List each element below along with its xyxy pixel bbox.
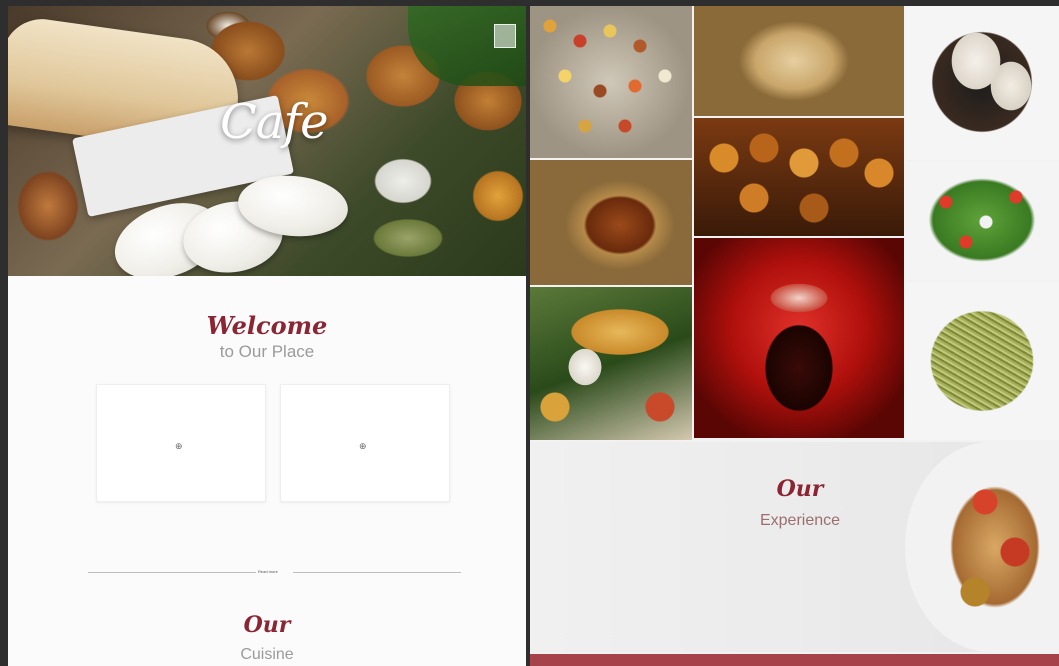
cuisine-heading: Our — [243, 612, 291, 638]
gallery-image-green-noodles[interactable] — [906, 282, 1059, 440]
gallery-image-cola-splash[interactable] — [694, 238, 904, 438]
gallery-image-spice-platter[interactable] — [530, 6, 692, 158]
welcome-heading: Welcome — [206, 311, 328, 340]
feature-card[interactable]: ⊕ — [96, 384, 266, 502]
divider-line — [293, 572, 461, 573]
gallery-image-fresh-salad[interactable] — [906, 162, 1059, 280]
experience-section — [530, 442, 1059, 652]
experience-heading: Our — [776, 476, 824, 502]
cafe-logo[interactable]: Cafe — [220, 94, 329, 150]
gallery-image-paratha-thali[interactable] — [694, 6, 904, 116]
right-page: Our Experience — [530, 6, 1059, 666]
image-placeholder-icon: ⊕ — [175, 441, 183, 451]
footer-bar — [530, 654, 1059, 666]
square-icon[interactable] — [494, 24, 516, 48]
divider-line — [88, 572, 256, 573]
gallery-image-fried-pakora[interactable] — [694, 118, 904, 236]
welcome-subtitle: to Our Place — [219, 342, 315, 361]
gallery-image-chicken-bowl[interactable] — [530, 160, 692, 285]
feature-card[interactable]: ⊕ — [280, 384, 450, 502]
cuisine-subtitle: Cuisine — [240, 646, 294, 663]
experience-subtitle: Experience — [759, 512, 841, 529]
image-placeholder-icon: ⊕ — [359, 441, 367, 451]
gallery-image-idli-plate[interactable] — [906, 6, 1059, 160]
two-page-spread: Cafe Welcome to Our Place ⊕ ⊕ Read more … — [0, 0, 1059, 666]
read-more-link[interactable]: Read more — [258, 569, 278, 574]
hero-banner: Cafe — [8, 6, 526, 276]
left-page: Cafe Welcome to Our Place ⊕ ⊕ Read more … — [8, 6, 526, 666]
gallery-image-masala-dosa[interactable] — [530, 287, 692, 440]
pizza-dish-image — [905, 442, 1059, 652]
